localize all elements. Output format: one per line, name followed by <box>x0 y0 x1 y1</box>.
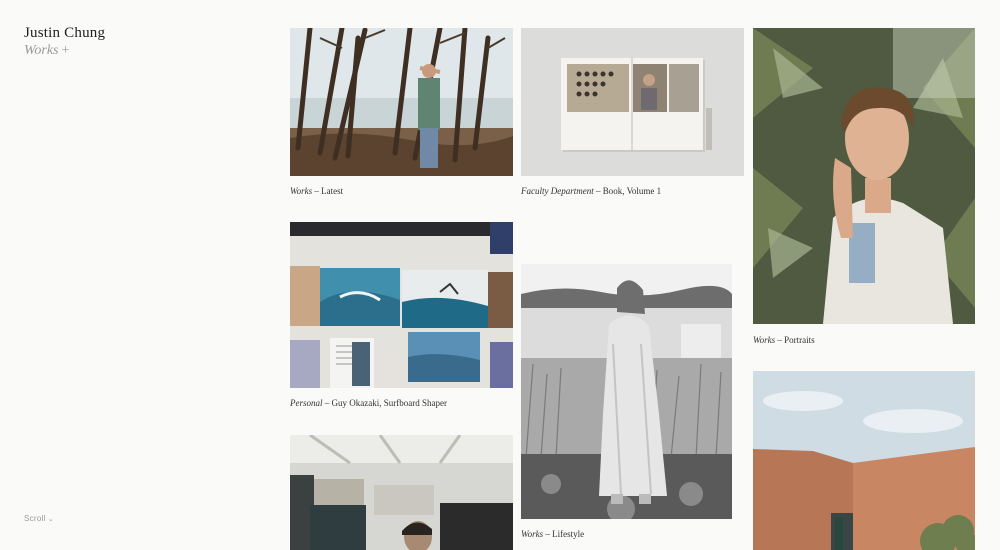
project-caption-book-volume-1[interactable]: Faculty Department – Book, Volume 1 <box>521 186 661 197</box>
caption-title: Book, Volume 1 <box>602 186 662 196</box>
caption-category: Faculty Department <box>521 186 594 196</box>
caption-title: Guy Okazaki, Surfboard Shaper <box>331 398 447 408</box>
plus-icon: + <box>61 43 70 58</box>
open-book-photo <box>521 28 744 176</box>
caption-separator: – <box>322 398 332 408</box>
adobe-building-photo <box>753 371 975 550</box>
project-thumbnail-portraits[interactable] <box>753 28 975 324</box>
studio-interior-photo <box>290 435 513 550</box>
project-thumbnail-architecture[interactable] <box>753 371 975 550</box>
caption-separator: – <box>543 529 553 539</box>
caption-category: Works <box>290 186 313 196</box>
caption-separator: – <box>312 186 322 196</box>
beach-trees-photo <box>290 28 513 176</box>
caption-title: Portraits <box>784 335 815 345</box>
project-thumbnail-book-volume-1[interactable] <box>521 28 744 176</box>
project-caption-portraits[interactable]: Works – Portraits <box>753 335 815 346</box>
caption-title: Lifestyle <box>552 529 585 539</box>
project-thumbnail-lifestyle[interactable] <box>521 264 732 519</box>
caption-separator: – <box>593 186 603 196</box>
project-caption-lifestyle[interactable]: Works – Lifestyle <box>521 529 584 540</box>
site-title[interactable]: Justin Chung <box>24 25 105 42</box>
project-caption-surfboard-shaper[interactable]: Personal – Guy Okazaki, Surfboard Shaper <box>290 398 447 409</box>
project-thumbnail-surfboard-shaper[interactable] <box>290 222 513 388</box>
caption-separator: – <box>775 335 785 345</box>
site-header: Justin Chung Works + <box>24 25 105 60</box>
project-thumbnail-studio[interactable] <box>290 435 513 550</box>
caption-category: Works <box>521 529 544 539</box>
project-caption-latest[interactable]: Works – Latest <box>290 186 343 197</box>
lifestyle-bw-photo <box>521 264 732 519</box>
chevron-down-icon: ⌄ <box>47 516 54 523</box>
project-thumbnail-latest[interactable] <box>290 28 513 176</box>
caption-category: Works <box>753 335 776 345</box>
caption-category: Personal <box>290 398 323 408</box>
section-label: Works <box>24 43 59 58</box>
scroll-hint[interactable]: Scroll ⌄ <box>24 514 54 523</box>
wall-photos-image <box>290 222 513 388</box>
scroll-label: Scroll <box>24 514 46 523</box>
portrait-photo <box>753 28 975 324</box>
works-menu-toggle[interactable]: Works + <box>24 42 105 60</box>
caption-title: Latest <box>321 186 344 196</box>
